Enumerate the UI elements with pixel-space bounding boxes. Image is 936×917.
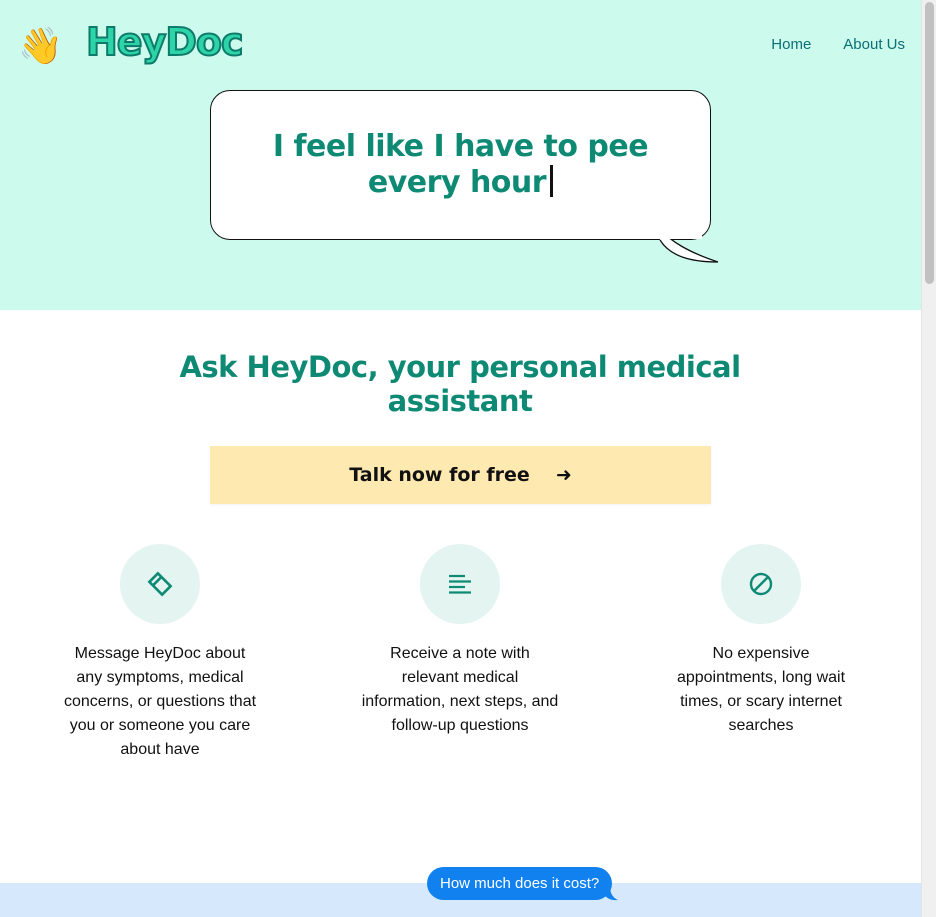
talk-now-label: Talk now for free [349,464,530,486]
typed-message: I feel like I have to pee every hour [271,129,650,201]
speech-bubble-tail [656,228,719,263]
prohibited-icon [749,572,773,596]
vertical-scrollbar[interactable] [921,0,936,917]
chat-bubble-tail [604,887,619,901]
feature-icon-circle [420,544,500,624]
feature-icon-circle [721,544,801,624]
feature-message: Message HeyDoc about any symptoms, medic… [60,544,260,762]
waving-hand-icon: 👋 [18,25,63,66]
feature-no-cost: No expensive appointments, long wait tim… [661,544,861,738]
feature-message-text: Message HeyDoc about any symptoms, medic… [63,645,257,758]
main-nav: Home About Us [771,36,905,53]
chat-bubble-pill: How much does it cost? [427,867,613,900]
hero-section: 👋 HeyDoc Home About Us I feel like I hav… [0,0,921,310]
text-lines-icon [449,574,471,594]
feature-note-text: Receive a note with relevant medical inf… [361,645,559,734]
text-cursor [550,165,554,197]
scrollbar-thumb[interactable] [925,2,934,284]
chat-bubble: How much does it cost? [427,867,619,901]
talk-now-button[interactable]: Talk now for free ➜ [210,446,711,504]
speech-bubble: I feel like I have to pee every hour [210,90,720,266]
tag-icon [147,571,173,597]
page: 👋 HeyDoc Home About Us I feel like I hav… [0,0,921,917]
nav-about-us-link[interactable]: About Us [843,36,905,53]
feature-icon-circle [120,544,200,624]
typed-message-text: I feel like I have to pee every hour [272,129,649,200]
heydoc-logo[interactable]: HeyDoc [85,19,245,65]
chat-bubble-text: How much does it cost? [440,875,600,892]
feature-no-cost-text: No expensive appointments, long wait tim… [676,645,846,734]
arrow-right-icon: ➜ [555,464,572,486]
speech-bubble-box: I feel like I have to pee every hour [210,90,711,240]
page-headline: Ask HeyDoc, your personal medical assist… [179,350,741,418]
nav-home-link[interactable]: Home [771,36,811,53]
feature-note: Receive a note with relevant medical inf… [360,544,560,738]
